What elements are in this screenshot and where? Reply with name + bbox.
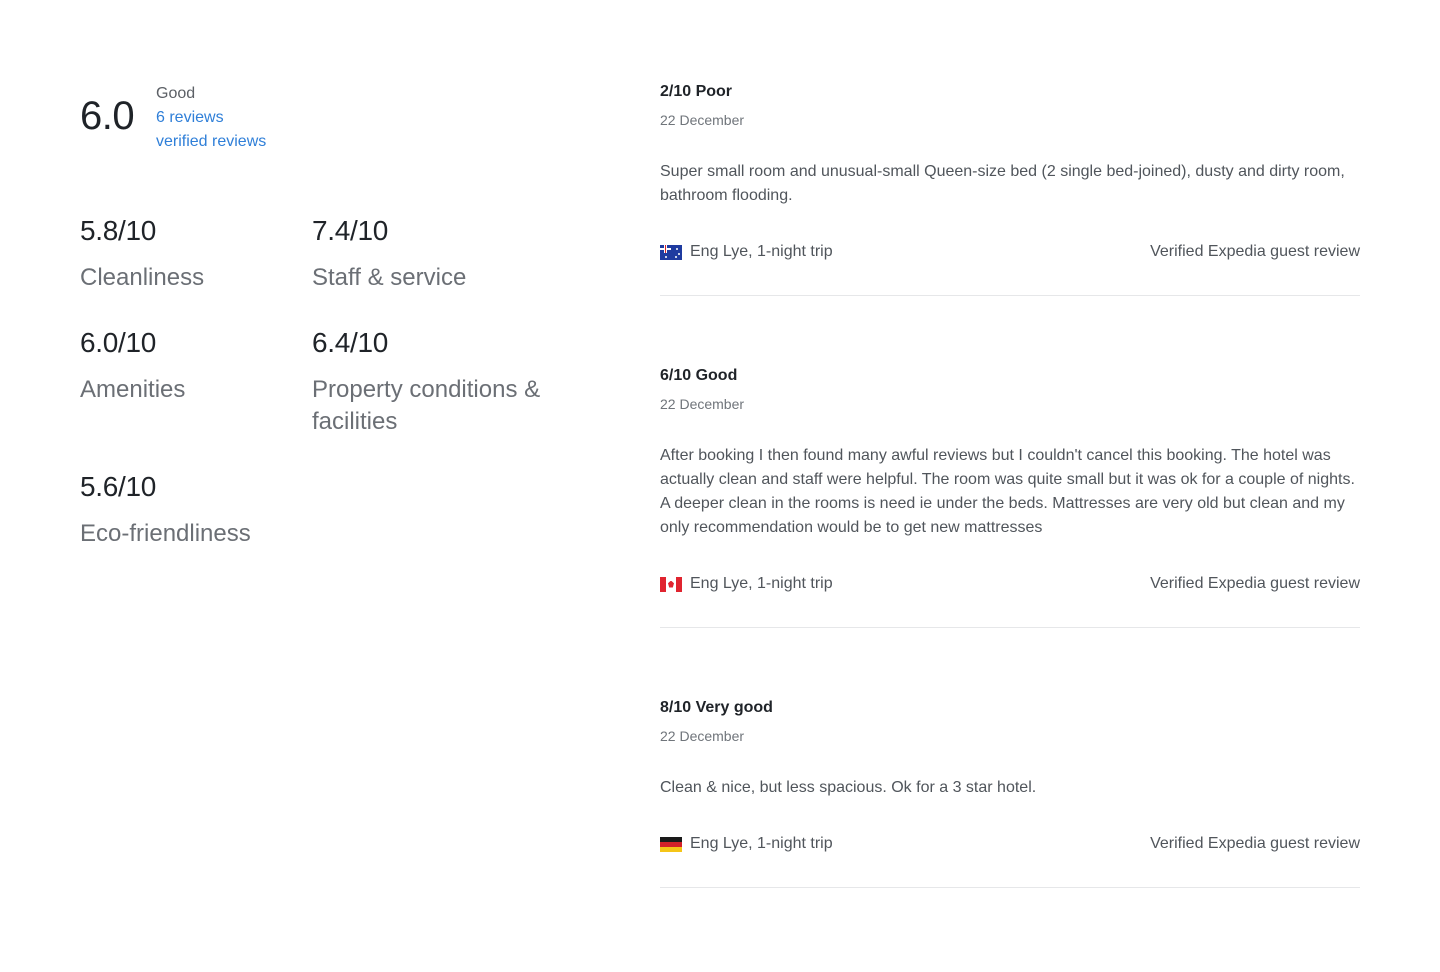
category-name: Staff & service	[312, 264, 467, 291]
category-cleanliness: 5.8/10 Cleanliness	[80, 214, 330, 294]
category-score: 6.4/10	[312, 327, 389, 358]
rating-summary: 6.0 Good 6 reviews verified reviews 5.8/…	[80, 80, 600, 547]
review-author: Eng Lye, 1-night trip	[660, 572, 833, 596]
review-date: 22 December	[660, 112, 745, 128]
overall-meta: Good 6 reviews verified reviews	[156, 82, 266, 154]
review-author-name: Eng Lye, 1-night trip	[690, 243, 833, 260]
review-card: 2/10 Poor 22 December Super small room a…	[660, 80, 1360, 296]
review-card: 6/10 Good 22 December After booking I th…	[660, 364, 1360, 628]
review-footer: Eng Lye, 1-night trip Verified Expedia g…	[660, 572, 1360, 596]
review-author-name: Eng Lye, 1-night trip	[690, 835, 833, 852]
canada-flag-icon	[660, 576, 682, 592]
overall-label: Good	[156, 85, 196, 102]
review-author: Eng Lye, 1-night trip	[660, 832, 833, 856]
category-name: Eco-friendliness	[80, 520, 251, 547]
review-rating-title: 8/10 Very good	[660, 699, 773, 716]
review-footer: Eng Lye, 1-night trip Verified Expedia g…	[660, 832, 1360, 856]
reviews-count-link[interactable]: 6 reviews	[156, 106, 266, 130]
review-author: Eng Lye, 1-night trip	[660, 240, 833, 264]
category-name: Amenities	[80, 376, 186, 403]
australia-flag-icon	[660, 244, 682, 260]
review-date: 22 December	[660, 396, 745, 412]
verified-reviews-link[interactable]: verified reviews	[156, 130, 266, 154]
category-score: 5.6/10	[80, 471, 157, 502]
verified-review-label: Verified Expedia guest review	[1150, 575, 1360, 592]
review-rating-title: 2/10 Poor	[660, 83, 733, 100]
review-card: 8/10 Very good 22 December Clean & nice,…	[660, 696, 1360, 888]
review-text: After booking I then found many awful re…	[660, 447, 1355, 536]
review-text: Clean & nice, but less spacious. Ok for …	[660, 779, 1037, 796]
germany-flag-icon	[660, 836, 682, 852]
category-property-conditions: 6.4/10 Property conditions & facilities	[312, 326, 562, 438]
review-rating-title: 6/10 Good	[660, 367, 738, 384]
category-score: 5.8/10	[80, 215, 157, 246]
category-amenities: 6.0/10 Amenities	[80, 326, 330, 406]
category-name: Cleanliness	[80, 264, 205, 291]
review-footer: Eng Lye, 1-night trip Verified Expedia g…	[660, 240, 1360, 264]
review-author-name: Eng Lye, 1-night trip	[690, 575, 833, 592]
category-eco-friendliness: 5.6/10 Eco-friendliness	[80, 470, 330, 550]
overall-score: 6.0	[80, 94, 135, 138]
review-date: 22 December	[660, 728, 745, 744]
verified-review-label: Verified Expedia guest review	[1150, 243, 1360, 260]
overall-rating: 6.0 Good 6 reviews verified reviews	[80, 80, 600, 160]
category-name: Property conditions & facilities	[312, 376, 541, 435]
verified-review-label: Verified Expedia guest review	[1150, 835, 1360, 852]
category-score: 6.0/10	[80, 327, 157, 358]
category-staff-service: 7.4/10 Staff & service	[312, 214, 562, 294]
category-score: 7.4/10	[312, 215, 389, 246]
reviews-page: 6.0 Good 6 reviews verified reviews 5.8/…	[0, 0, 1440, 972]
review-text: Super small room and unusual-small Queen…	[660, 163, 1345, 204]
